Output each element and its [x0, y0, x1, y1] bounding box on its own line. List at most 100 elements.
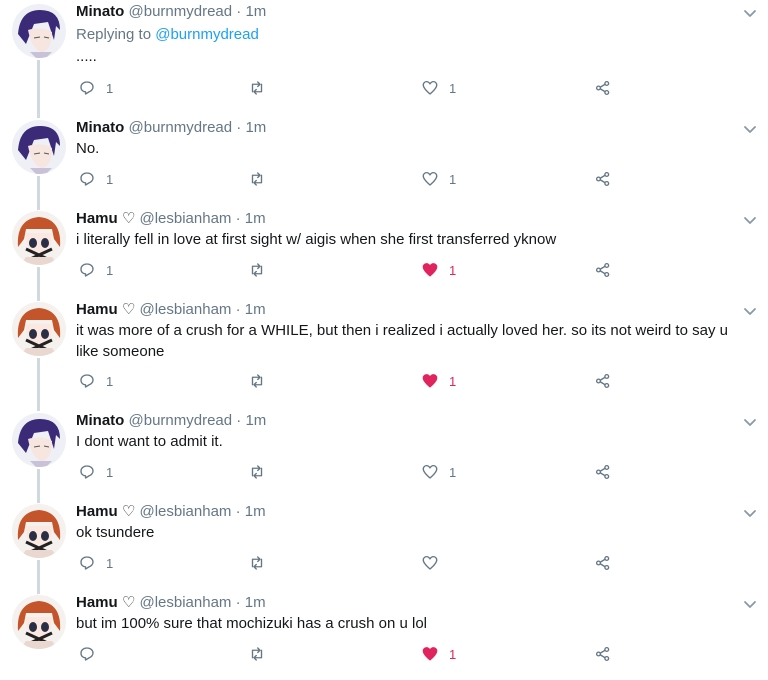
like-button[interactable]: 1 — [421, 168, 456, 190]
tweet[interactable]: Hamu ♡ @lesbianham · 1m it was more of a… — [0, 291, 768, 411]
timestamp[interactable]: 1m — [245, 210, 266, 227]
display-name[interactable]: Hamu ♡ — [76, 301, 135, 318]
reply-count: 1 — [106, 373, 114, 389]
username[interactable]: @burnmydread — [129, 119, 233, 136]
display-name[interactable]: Minato — [76, 3, 124, 20]
retweet-button[interactable] — [248, 461, 266, 483]
tweet-header: Hamu ♡ @lesbianham · 1m — [76, 301, 266, 318]
retweet-icon — [251, 374, 263, 388]
share-button[interactable] — [594, 370, 612, 392]
share-button[interactable] — [594, 259, 612, 281]
caret-down-icon[interactable] — [742, 596, 758, 612]
like-button[interactable]: 1 — [421, 259, 456, 281]
reply-button[interactable]: 1 — [78, 461, 113, 483]
avatar[interactable] — [12, 211, 66, 265]
retweet-button[interactable] — [248, 643, 266, 665]
retweet-button[interactable] — [248, 370, 266, 392]
like-button[interactable]: 1 — [421, 77, 456, 99]
heart-icon — [422, 80, 438, 95]
share-button[interactable] — [594, 461, 612, 483]
tweet-actions: 1 1 — [76, 370, 636, 392]
avatar[interactable] — [12, 302, 66, 356]
retweet-icon — [251, 647, 263, 661]
tweet-actions: 1 — [76, 643, 636, 665]
share-button[interactable] — [594, 168, 612, 190]
share-icon — [595, 646, 610, 662]
avatar[interactable] — [12, 413, 66, 467]
like-count: 1 — [449, 262, 457, 278]
timestamp[interactable]: 1m — [245, 594, 266, 611]
heart-icon — [422, 464, 438, 479]
display-name[interactable]: Hamu ♡ — [76, 210, 135, 227]
share-button[interactable] — [594, 643, 612, 665]
reply-button[interactable]: 1 — [78, 259, 113, 281]
timestamp[interactable]: 1m — [245, 119, 266, 136]
caret-down-icon[interactable] — [742, 121, 758, 137]
share-button[interactable] — [594, 552, 612, 574]
share-button[interactable] — [594, 77, 612, 99]
avatar[interactable] — [12, 595, 66, 649]
tweet[interactable]: Minato @burnmydread · 1m Replying to @bu… — [0, 2, 768, 106]
like-button[interactable]: 1 — [421, 370, 456, 392]
reply-count: 1 — [106, 464, 114, 480]
username[interactable]: @lesbianham — [139, 594, 231, 611]
reply-icon — [80, 556, 94, 570]
like-count: 1 — [449, 373, 457, 389]
share-icon — [595, 555, 610, 571]
username[interactable]: @lesbianham — [139, 301, 231, 318]
tweet[interactable]: Hamu ♡ @lesbianham · 1m but im 100% sure… — [0, 593, 768, 675]
retweet-button[interactable] — [248, 552, 266, 574]
avatar[interactable] — [12, 4, 66, 58]
retweet-icon — [251, 465, 263, 479]
tweet-header: Minato @burnmydread · 1m — [76, 3, 267, 20]
reply-button[interactable]: 1 — [78, 370, 113, 392]
username[interactable]: @burnmydread — [129, 3, 233, 20]
like-button[interactable]: 1 — [421, 461, 456, 483]
timestamp[interactable]: 1m — [245, 3, 266, 20]
tweet[interactable]: Minato @burnmydread · 1m I dont want to … — [0, 411, 768, 503]
username[interactable]: @lesbianham — [139, 210, 231, 227]
retweet-button[interactable] — [248, 77, 266, 99]
display-name[interactable]: Hamu ♡ — [76, 503, 135, 520]
reply-icon — [80, 647, 94, 661]
display-name[interactable]: Minato — [76, 119, 124, 136]
like-button[interactable]: 1 — [421, 643, 456, 665]
tweet-text: i literally fell in love at first sight … — [76, 231, 557, 248]
reply-button[interactable]: 1 — [78, 168, 113, 190]
timestamp[interactable]: 1m — [245, 503, 266, 520]
display-name[interactable]: Minato — [76, 412, 124, 429]
reply-icon — [80, 465, 94, 479]
share-icon — [595, 80, 610, 96]
mention-link[interactable]: @burnmydread — [155, 26, 259, 43]
timestamp[interactable]: 1m — [245, 412, 266, 429]
heart-icon-filled — [422, 647, 438, 661]
tweet-actions: 1 — [76, 552, 636, 574]
retweet-button[interactable] — [248, 259, 266, 281]
tweet[interactable]: Minato @burnmydread · 1m No. 1 1 — [0, 106, 768, 210]
tweet-text: but im 100% sure that mochizuki has a cr… — [76, 615, 428, 632]
reply-button[interactable]: 1 — [78, 552, 113, 574]
reply-button[interactable]: 1 — [78, 77, 113, 99]
display-name[interactable]: Hamu ♡ — [76, 594, 135, 611]
caret-down-icon[interactable] — [742, 5, 758, 21]
caret-down-icon[interactable] — [742, 414, 758, 430]
caret-down-icon[interactable] — [742, 212, 758, 228]
timestamp[interactable]: 1m — [245, 301, 266, 318]
avatar[interactable] — [12, 504, 66, 558]
avatar[interactable] — [12, 120, 66, 174]
username[interactable]: @burnmydread — [129, 412, 233, 429]
heart-icon-filled — [422, 263, 438, 277]
tweet-actions: 1 1 — [76, 77, 636, 99]
caret-down-icon[interactable] — [742, 303, 758, 319]
reply-count: 1 — [106, 555, 114, 571]
tweet-actions: 1 1 — [76, 168, 636, 190]
reply-button[interactable] — [78, 643, 106, 665]
caret-down-icon[interactable] — [742, 505, 758, 521]
retweet-button[interactable] — [248, 168, 266, 190]
share-icon — [595, 171, 610, 187]
tweet[interactable]: Hamu ♡ @lesbianham · 1m ok tsundere 1 — [0, 502, 768, 594]
reply-icon — [80, 172, 94, 186]
tweet[interactable]: Hamu ♡ @lesbianham · 1m i literally fell… — [0, 209, 768, 301]
like-button[interactable] — [421, 552, 449, 574]
username[interactable]: @lesbianham — [139, 503, 231, 520]
